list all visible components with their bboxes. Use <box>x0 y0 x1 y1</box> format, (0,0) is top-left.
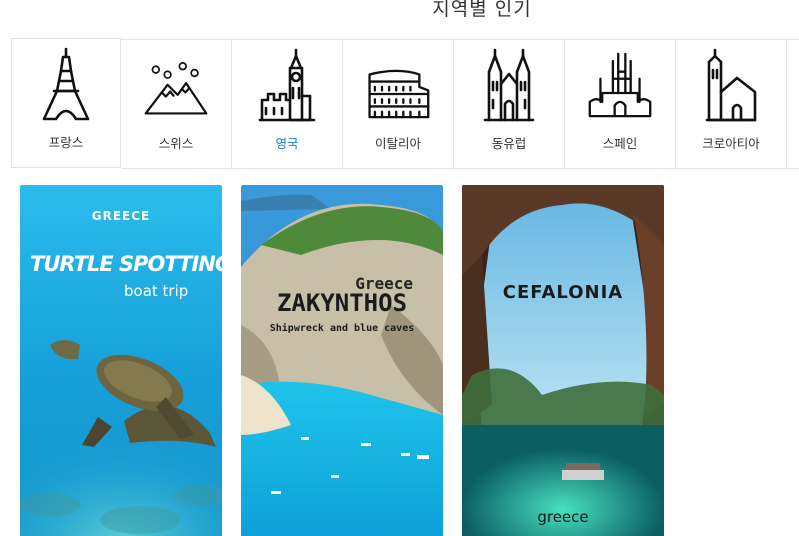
turtle-card-title: TURTLE SPOTTING <box>30 252 222 276</box>
region-tab-switzerland[interactable]: 스위스 <box>121 39 232 169</box>
region-tab-uk[interactable]: 영국 <box>232 39 343 169</box>
sagrada-familia-icon <box>588 52 652 122</box>
region-tab-spain[interactable]: 스페인 <box>565 39 676 169</box>
region-tab-france[interactable]: 프랑스 <box>11 38 121 168</box>
destination-card-zakynthos[interactable]: Greece ZAKYNTHOS Shipwreck and blue cave… <box>241 185 443 536</box>
cefalonia-card-image <box>462 185 664 536</box>
region-tab-label: 영국 <box>275 136 299 151</box>
turtle-card-subtitle: boat trip <box>124 282 189 300</box>
region-tab-label: 크로아티아 <box>702 136 760 151</box>
region-tab-eastern-europe[interactable]: 동유럽 <box>454 39 565 169</box>
region-tab-bar: 프랑스 스위스 영국 이탈리아 동유럽 스페인 크로아티아 <box>11 38 799 170</box>
cefalonia-card-title: CEFALONIA <box>502 282 624 303</box>
gothic-church-icon <box>477 48 541 122</box>
region-tab-croatia[interactable]: 크로아티아 <box>676 39 787 169</box>
destination-card-cefalonia[interactable]: CEFALONIA greece <box>462 185 664 536</box>
destination-card-turtle[interactable]: GREECE TURTLE SPOTTING boat trip <box>20 185 222 536</box>
region-tab-label: 프랑스 <box>48 135 84 150</box>
region-tab-label: 스위스 <box>158 136 194 151</box>
colosseum-icon <box>366 52 430 122</box>
region-tab-label: 이탈리아 <box>374 136 421 151</box>
region-tab-partial[interactable] <box>787 39 799 169</box>
croatian-church-icon <box>699 48 763 122</box>
region-tab-label: 스페인 <box>602 136 638 151</box>
eiffel-tower-icon <box>34 47 98 121</box>
region-tab-label: 동유럽 <box>491 136 527 151</box>
region-tab-italy[interactable]: 이탈리아 <box>343 39 454 169</box>
cefalonia-card-subtitle: greece <box>537 508 589 526</box>
snowy-mountain-icon <box>144 52 208 122</box>
big-ben-icon <box>255 48 319 122</box>
zakynthos-card-subtitle: Shipwreck and blue caves <box>269 323 415 334</box>
turtle-card-image <box>20 185 222 536</box>
zakynthos-card-title: ZAKYNTHOS <box>276 289 408 317</box>
turtle-card-tag: GREECE <box>91 209 151 223</box>
section-title: 지역별 인기 <box>432 0 532 20</box>
zakynthos-card-image <box>241 185 443 536</box>
